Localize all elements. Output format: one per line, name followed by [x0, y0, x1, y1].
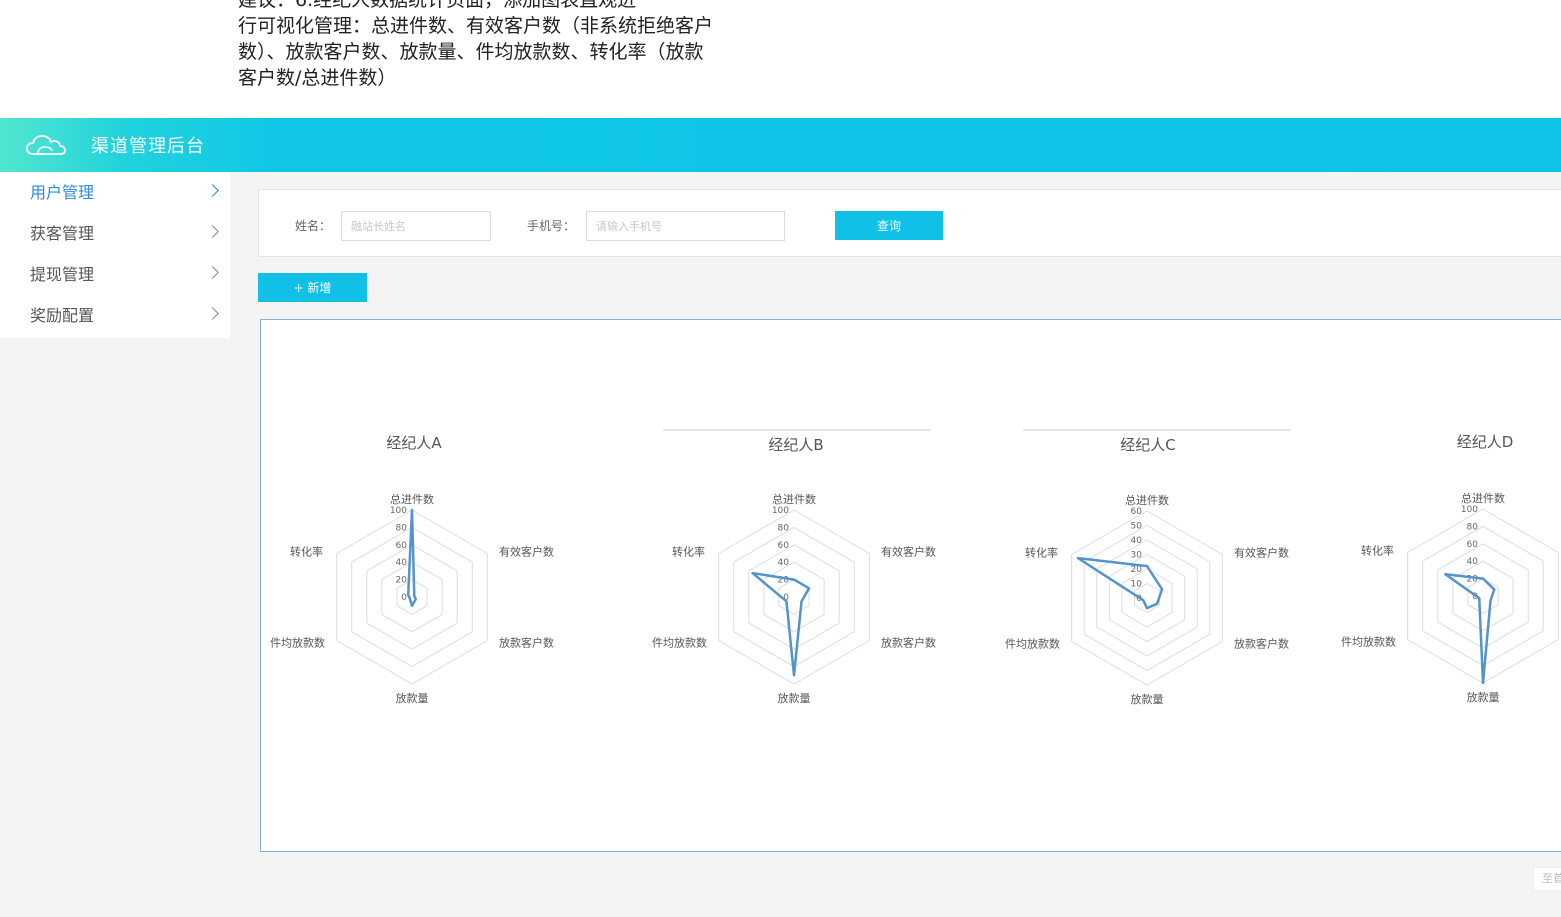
radar-grid-ring — [1437, 543, 1529, 649]
query-button[interactable]: 查询 — [835, 211, 943, 240]
radar-grid-ring — [1422, 525, 1544, 667]
radar-series-line — [406, 508, 418, 607]
radar-axis-label: 转化率 — [1025, 546, 1058, 560]
radar-axis-label: 放款客户数 — [499, 636, 554, 650]
radar-tick-label: 100 — [390, 506, 407, 516]
radar-axis-label: 有效客户数 — [499, 545, 554, 559]
radar-axis-label: 转化率 — [290, 545, 323, 559]
radar-axis-label: 放款量 — [778, 691, 811, 705]
radar-axis-label: 放款客户数 — [881, 636, 936, 650]
radar-tick-label: 30 — [1131, 551, 1143, 561]
annotation-line: 建议：6.经纪人数据统计页面，添加图表直观进 — [238, 0, 637, 11]
radar-grid-ring — [1083, 524, 1211, 672]
radar-tick-label: 80 — [778, 523, 790, 533]
radar-tick-label: 60 — [778, 541, 790, 551]
app-title: 渠道管理后台 — [91, 136, 205, 157]
radar-grid-ring — [1121, 568, 1173, 628]
radar-grid-ring — [366, 544, 458, 650]
radar-tick-label: 40 — [396, 558, 408, 568]
radar-tick-label: 10 — [1131, 580, 1143, 590]
radar-grid-ring — [1071, 510, 1223, 686]
annotation-area: 建议：6.经纪人数据统计页面，添加图表直观进 行可视化管理：总进件数、有效客户数… — [0, 0, 1561, 118]
radar-axis-label: 件均放款数 — [1341, 635, 1396, 649]
sidebar: 用户管理 获客管理 提现管理 奖励配置 — [0, 172, 230, 338]
radar-axis-label: 放款量 — [1467, 690, 1500, 704]
cloud-icon — [26, 135, 66, 155]
phone-input[interactable] — [586, 211, 785, 241]
radar-axis-label: 转化率 — [1361, 544, 1394, 558]
chart-panel: 经纪人A 0 20 40 60 80 100 总进件数 有效客户数 放款客户数 放款量 件均放款数 转化… — [260, 319, 1561, 852]
chevron-right-icon — [206, 307, 219, 320]
radar-grid-ring — [718, 509, 870, 685]
radar-series-line — [1076, 556, 1164, 610]
radar-tick-label: 80 — [1467, 522, 1479, 532]
phone-label: 手机号： — [527, 219, 576, 233]
footer-link[interactable]: 至首 — [1533, 867, 1561, 891]
chart-title: 经纪人D — [1457, 433, 1514, 451]
radar-tick-label: 40 — [1467, 557, 1479, 567]
radar-tick-label: 0 — [401, 593, 407, 603]
radar-tick-label: 60 — [396, 541, 408, 551]
radar-tick-label: 40 — [1131, 536, 1143, 546]
radar-tick-label: 40 — [778, 558, 790, 568]
name-label: 姓名： — [295, 219, 332, 233]
radar-axis-label: 转化率 — [672, 545, 705, 559]
top-header: 渠道管理后台 — [0, 118, 1561, 172]
sidebar-item-user-management[interactable]: 用户管理 — [0, 172, 230, 213]
radar-tick-label: 60 — [1131, 507, 1143, 517]
add-button[interactable]: + 新增 — [258, 273, 367, 302]
radar-grid-ring — [763, 561, 825, 633]
radar-axis-label: 放款客户数 — [1234, 637, 1289, 651]
radar-grid-ring — [748, 544, 840, 650]
radar-axis-label: 件均放款数 — [270, 636, 325, 650]
search-panel: 姓名： 手机号： 查询 — [258, 189, 1561, 257]
radar-grid-ring — [1452, 560, 1514, 632]
chevron-right-icon — [206, 266, 219, 279]
annotation-text: 建议：6.经纪人数据统计页面，添加图表直观进 行可视化管理：总进件数、有效客户数… — [238, 0, 743, 91]
radar-axis-label: 总进件数 — [1461, 491, 1505, 505]
annotation-line: 行可视化管理：总进件数、有效客户数（非系统拒绝客户 — [238, 15, 714, 37]
chart-title: 经纪人A — [386, 434, 442, 452]
radar-axis-label: 件均放款数 — [1005, 637, 1060, 651]
radar-grid-ring — [1096, 539, 1198, 657]
radar-tick-label: 80 — [396, 523, 408, 533]
radar-tick-label: 50 — [1131, 522, 1143, 532]
annotation-line: 客户数/总进件数） — [238, 67, 397, 89]
chevron-right-icon — [206, 225, 219, 238]
sidebar-item-reward-config[interactable]: 奖励配置 — [0, 295, 230, 336]
radar-axis-label: 有效客户数 — [1234, 546, 1289, 560]
radar-grid-ring — [381, 561, 443, 633]
radar-tick-label: 60 — [1467, 540, 1479, 550]
radar-axis-label: 总进件数 — [390, 492, 434, 506]
radar-grid-ring — [733, 526, 855, 668]
chart-title: 经纪人B — [768, 436, 823, 454]
name-input[interactable] — [341, 211, 491, 241]
sidebar-item-withdrawal[interactable]: 提现管理 — [0, 254, 230, 295]
radar-axis-label: 总进件数 — [772, 492, 816, 506]
sidebar-item-label: 提现管理 — [30, 265, 95, 284]
radar-axis-label: 有效客户数 — [881, 545, 936, 559]
chart-title: 经纪人C — [1120, 436, 1175, 454]
radar-axis-label: 件均放款数 — [652, 636, 707, 650]
radar-charts: 经纪人A020406080100总进件数有效客户数放款客户数放款量件均放款数转化… — [270, 429, 1559, 706]
sidebar-item-label: 获客管理 — [30, 224, 95, 243]
sidebar-item-label: 奖励配置 — [30, 306, 95, 325]
sidebar-item-customer-acquisition[interactable]: 获客管理 — [0, 213, 230, 254]
chevron-right-icon — [206, 184, 219, 197]
radar-tick-label: 20 — [396, 576, 408, 586]
radar-axis-label: 总进件数 — [1125, 493, 1169, 507]
radar-tick-label: 100 — [1461, 505, 1478, 515]
radar-tick-label: 100 — [772, 506, 789, 516]
radar-axis-label: 放款量 — [396, 691, 429, 705]
radar-axis-label: 放款量 — [1131, 692, 1164, 706]
sidebar-item-label: 用户管理 — [30, 183, 95, 202]
annotation-line: 数）、放款客户数、放款量、件均放款数、转化率（放款 — [238, 41, 704, 63]
